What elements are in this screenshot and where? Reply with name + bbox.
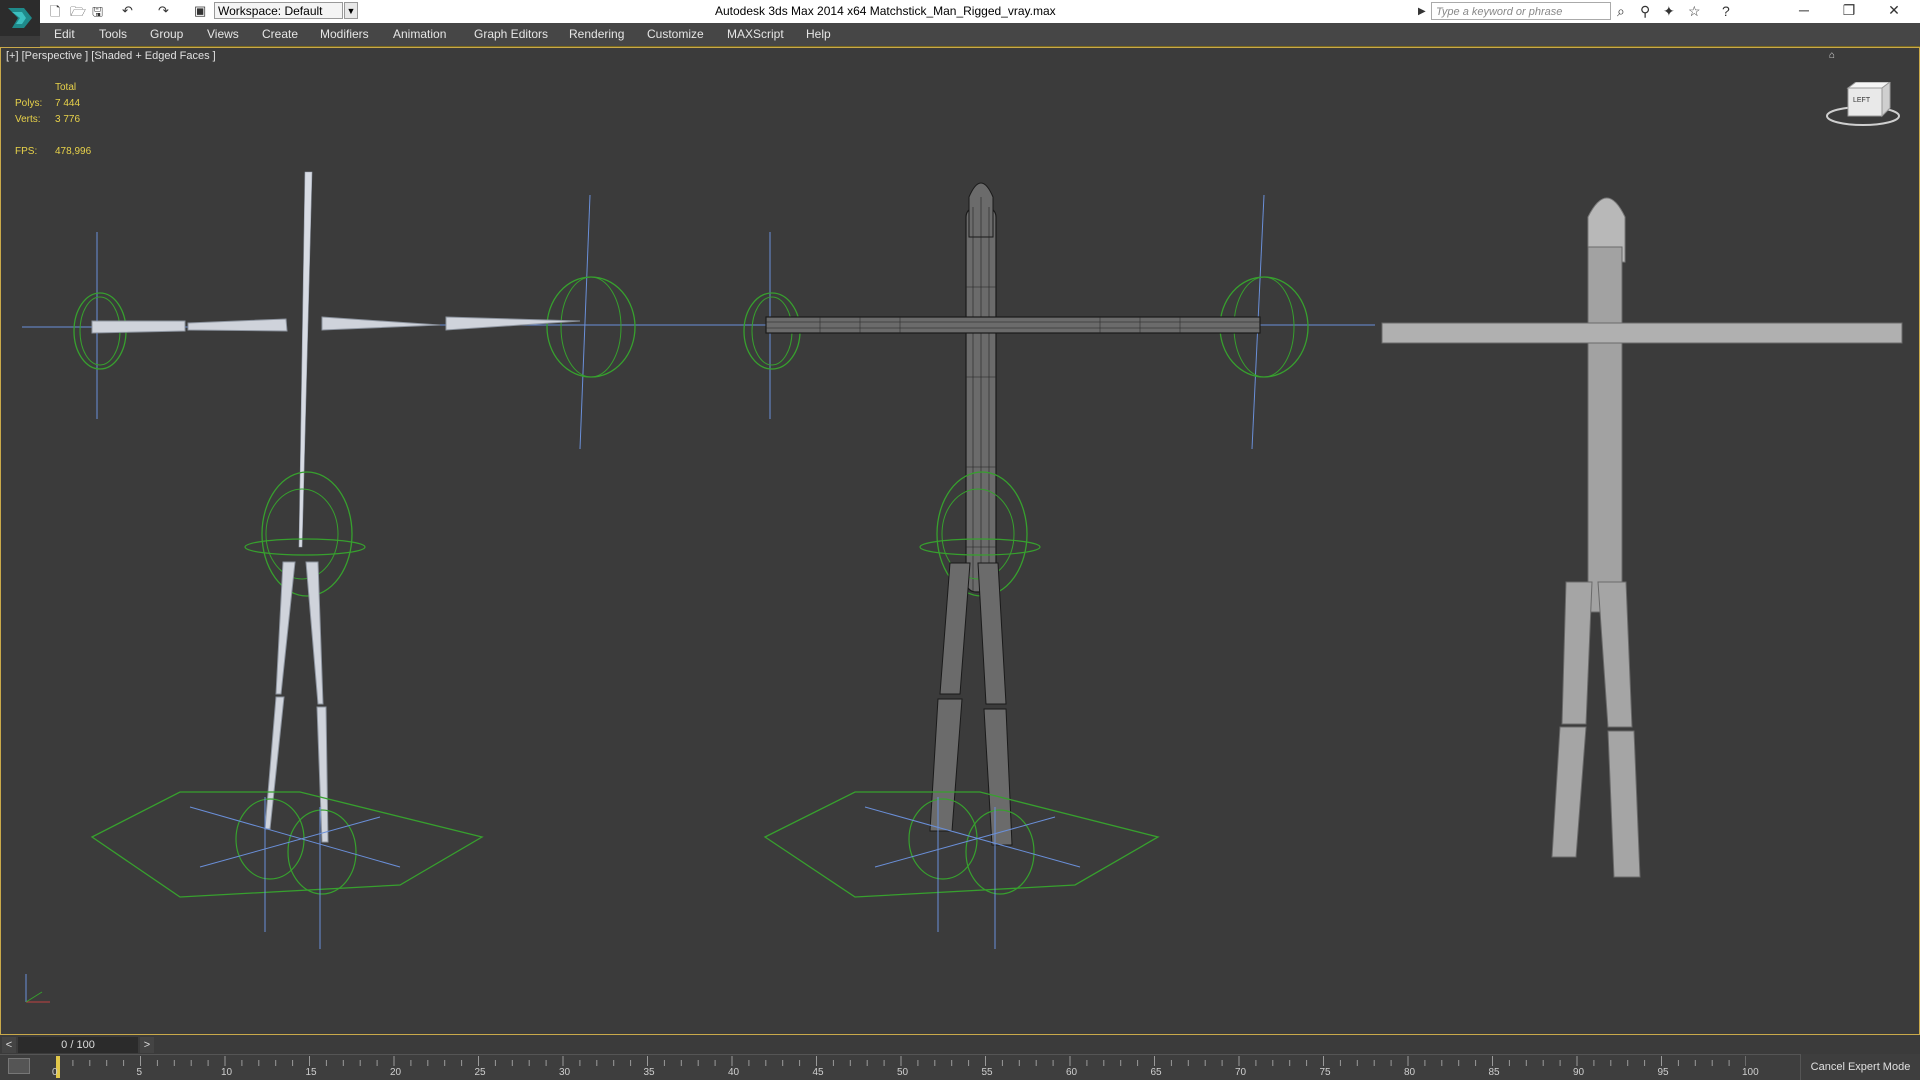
undo-icon[interactable]: ↶ [122,3,133,19]
track-bar-tick-label: 35 [643,1067,655,1078]
viewcube-home-icon[interactable]: ⌂ [1829,50,1835,61]
viewcube-face-label: LEFT [1853,97,1871,104]
menu-views[interactable]: Views [207,27,239,41]
world-axis-gizmo [25,974,50,1003]
title-bar: 🗋 🗁 🖫 ↶ ↷ ▣ Workspace: Default ▼ Autodes… [0,0,1920,36]
workspace-dropdown[interactable]: Workspace: Default [214,2,343,19]
menu-graph-editors[interactable]: Graph Editors [474,27,548,41]
communication-icon[interactable]: ✦ [1663,3,1675,20]
binoculars-icon[interactable]: ⌕ [1617,3,1625,20]
menu-modifiers[interactable]: Modifiers [320,27,369,41]
menu-tools[interactable]: Tools [99,27,127,41]
menu-rendering[interactable]: Rendering [569,27,624,41]
app-logo-icon[interactable] [0,0,40,36]
viewcube[interactable]: LEFT [1826,81,1900,128]
track-bar-tick-label: 65 [1150,1067,1162,1078]
search-input[interactable]: Type a keyword or phrase [1431,2,1611,20]
track-bar-tick-label: 60 [1066,1067,1078,1078]
track-bar-tick-label: 80 [1404,1067,1416,1078]
track-bar-tick-label: 55 [981,1067,993,1078]
track-bar-tick-label: 45 [812,1067,824,1078]
track-bar-tick-label: 40 [728,1067,740,1078]
time-slider-track[interactable] [0,1036,1920,1054]
track-bar-tick-label: 0 [52,1067,58,1078]
prev-frame-button[interactable]: < [2,1037,16,1053]
track-bar-tick-label: 70 [1235,1067,1247,1078]
track-bar-tick-label: 30 [559,1067,571,1078]
menu-animation[interactable]: Animation [393,27,446,41]
window-title: Autodesk 3ds Max 2014 x64 Matchstick_Man… [715,4,1056,18]
menu-customize[interactable]: Customize [647,27,704,41]
shaded-matchstick-figure[interactable] [1381,197,1903,878]
track-bar-tick-label: 95 [1657,1067,1669,1078]
save-file-icon[interactable]: 🖫 [92,3,103,25]
close-icon[interactable]: ✕ [1874,2,1914,19]
minimize-icon[interactable]: ─ [1784,2,1824,18]
menu-help[interactable]: Help [806,27,831,41]
menu-bar: Edit Tools Group Views Create Modifiers … [40,23,1920,47]
track-bar-tick-label: 90 [1573,1067,1585,1078]
new-file-icon[interactable]: 🗋 [50,3,60,25]
track-bar-tick-label: 100 [1742,1067,1759,1078]
next-frame-button[interactable]: > [140,1037,154,1053]
track-bar-tick-label: 10 [221,1067,233,1078]
open-file-icon[interactable]: 🗁 [70,3,86,25]
mini-curve-editor-icon[interactable] [8,1058,30,1074]
menu-edit[interactable]: Edit [54,27,75,41]
track-bar-tick-label: 75 [1319,1067,1331,1078]
skinned-mesh-figure[interactable] [695,182,1375,949]
expand-search-icon[interactable]: ▶ [1418,6,1426,17]
track-bar-tick-label: 20 [390,1067,402,1078]
redo-icon[interactable]: ↷ [158,3,169,19]
menu-group[interactable]: Group [150,27,183,41]
scene-canvas[interactable] [0,47,1920,1035]
cancel-expert-mode-button[interactable]: Cancel Expert Mode [1800,1054,1920,1080]
favorites-star-icon[interactable]: ☆ [1688,3,1701,20]
track-bar-tick-label: 15 [305,1067,317,1078]
bone-rig-figure[interactable] [22,171,700,949]
menu-maxscript[interactable]: MAXScript [727,27,784,41]
restore-icon[interactable]: ❐ [1829,2,1869,19]
workspace-dropdown-arrow-icon[interactable]: ▼ [344,2,358,19]
track-bar-tick-label: 85 [1488,1067,1500,1078]
subscription-icon[interactable]: ⚲ [1640,3,1650,20]
time-slider-frame-counter[interactable]: 0 / 100 [18,1037,138,1053]
track-bar-tick-label: 50 [897,1067,909,1078]
track-bar-tick-label: 25 [474,1067,486,1078]
track-bar-tick-label: 5 [136,1067,143,1078]
menu-create[interactable]: Create [262,27,298,41]
help-icon[interactable]: ? [1722,3,1730,19]
project-folder-icon[interactable]: ▣ [194,3,206,19]
